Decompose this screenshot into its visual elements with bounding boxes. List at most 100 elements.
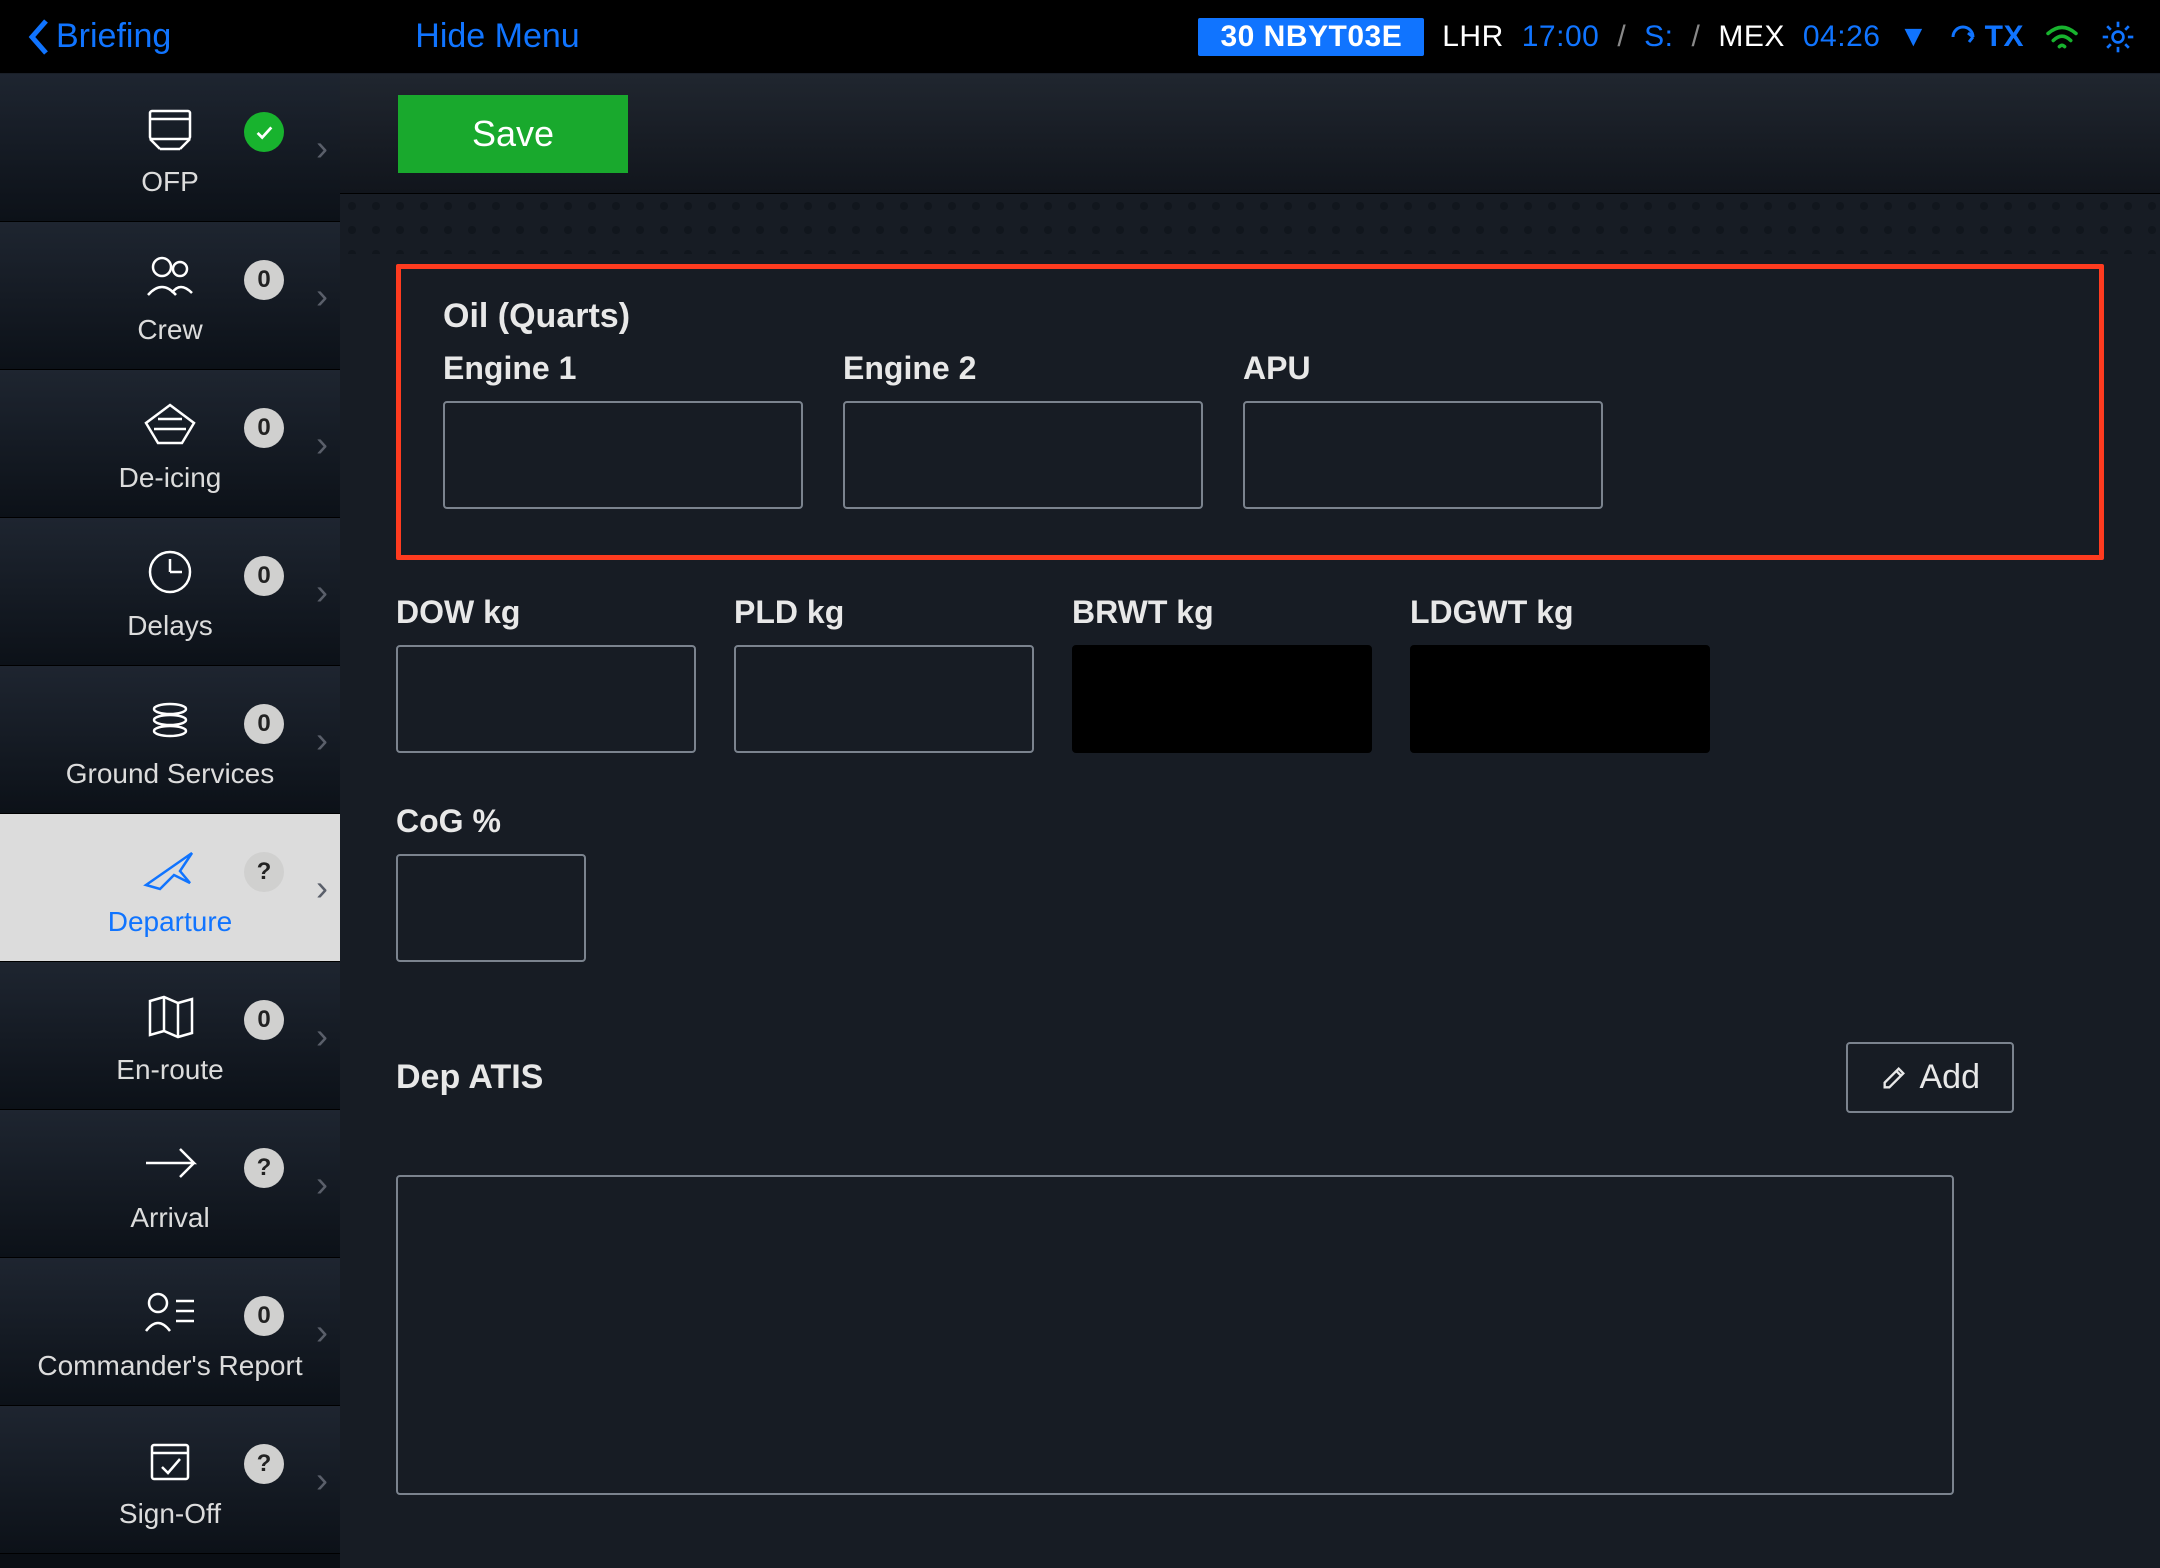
status-badge: ? (244, 1148, 284, 1188)
count-badge: 0 (244, 704, 284, 744)
departure-time: 17:00 (1522, 20, 1600, 54)
atis-textarea[interactable] (396, 1175, 1954, 1495)
grip-decoration (340, 194, 2160, 254)
main-content: Save Oil (Quarts) Engine 1 Engine 2 (340, 74, 2160, 1568)
deicing-icon (140, 394, 200, 454)
map-icon (140, 986, 200, 1046)
sidebar-item-ground-services[interactable]: Ground Services 0 › (0, 666, 340, 814)
count-badge: 0 (244, 556, 284, 596)
engine2-input[interactable] (843, 401, 1203, 509)
chevron-right-icon: › (316, 867, 328, 909)
brwt-label: BRWT kg (1072, 594, 1372, 631)
dropdown-icon[interactable]: ▼ (1898, 20, 1928, 54)
wifi-icon (2042, 23, 2082, 51)
chevron-right-icon: › (316, 1459, 328, 1501)
sidebar-item-label: Departure (108, 906, 233, 938)
engine1-label: Engine 1 (443, 350, 803, 387)
departure-icon (140, 838, 200, 898)
sidebar-item-commanders-report[interactable]: Commander's Report 0 › (0, 1258, 340, 1406)
pld-input[interactable] (734, 645, 1034, 753)
sidebar-item-label: Arrival (130, 1202, 209, 1234)
back-button[interactable]: Briefing (24, 17, 171, 57)
toolbar: Save (340, 74, 2160, 194)
oil-section-highlight: Oil (Quarts) Engine 1 Engine 2 APU (396, 264, 2104, 560)
sidebar-item-deicing[interactable]: De-icing 0 › (0, 370, 340, 518)
ofp-icon (140, 98, 200, 158)
tx-button[interactable]: TX (1947, 20, 2024, 54)
signoff-icon (140, 1430, 200, 1490)
cog-input[interactable] (396, 854, 586, 962)
arrival-airport: MEX (1718, 20, 1785, 54)
chevron-right-icon: › (316, 423, 328, 465)
sidebar-item-label: Commander's Report (37, 1350, 302, 1382)
separator: / (1692, 20, 1701, 54)
status-badge: ? (244, 852, 284, 892)
back-label: Briefing (56, 17, 171, 56)
chevron-right-icon: › (316, 1311, 328, 1353)
sidebar-item-arrival[interactable]: Arrival ? › (0, 1110, 340, 1258)
chevron-right-icon: › (316, 275, 328, 317)
sidebar-item-label: Delays (127, 610, 213, 642)
sidebar-item-departure[interactable]: Departure ? › (0, 814, 340, 962)
weights-row: DOW kg PLD kg BRWT kg LDGWT kg (396, 594, 2104, 753)
report-icon (140, 1282, 200, 1342)
cog-label: CoG % (396, 803, 586, 840)
status-badge (244, 112, 284, 152)
hide-menu-button[interactable]: Hide Menu (415, 17, 579, 56)
flight-code-badge[interactable]: 30 NBYT03E (1198, 18, 1424, 56)
sidebar-item-label: Ground Services (66, 758, 275, 790)
sidebar-item-ofp[interactable]: OFP › (0, 74, 340, 222)
chevron-right-icon: › (316, 1015, 328, 1057)
sidebar-item-delays[interactable]: Delays 0 › (0, 518, 340, 666)
sidebar-item-label: Crew (137, 314, 202, 346)
departure-airport: LHR (1442, 20, 1504, 54)
chevron-right-icon: › (316, 127, 328, 169)
add-label: Add (1920, 1058, 1981, 1097)
brwt-display (1072, 645, 1372, 753)
departure-suffix: S: (1644, 20, 1673, 54)
status-bar: 30 NBYT03E LHR 17:00 / S: / MEX 04:26 ▼ … (1198, 18, 2136, 56)
oil-section-title: Oil (Quarts) (443, 297, 2057, 336)
sidebar-item-label: OFP (141, 166, 199, 198)
arrival-icon (140, 1134, 200, 1194)
sidebar: OFP › Crew 0 › De-icing 0 › Delays 0 (0, 74, 340, 1568)
save-button[interactable]: Save (398, 95, 628, 173)
dow-label: DOW kg (396, 594, 696, 631)
apu-label: APU (1243, 350, 1603, 387)
chevron-right-icon: › (316, 719, 328, 761)
sidebar-item-label: De-icing (119, 462, 222, 494)
chevron-right-icon: › (316, 1163, 328, 1205)
sidebar-item-enroute[interactable]: En-route 0 › (0, 962, 340, 1110)
tx-label: TX (1985, 20, 2024, 54)
pld-label: PLD kg (734, 594, 1034, 631)
atis-title: Dep ATIS (396, 1058, 543, 1097)
sync-icon (1947, 21, 1979, 53)
top-bar: Briefing Hide Menu 30 NBYT03E LHR 17:00 … (0, 0, 2160, 74)
engine1-input[interactable] (443, 401, 803, 509)
chevron-left-icon (24, 17, 52, 57)
sidebar-item-signoff[interactable]: Sign-Off ? › (0, 1406, 340, 1554)
cog-row: CoG % (396, 803, 2104, 962)
count-badge: 0 (244, 1000, 284, 1040)
count-badge: 0 (244, 408, 284, 448)
dow-input[interactable] (396, 645, 696, 753)
ldgwt-label: LDGWT kg (1410, 594, 1710, 631)
pencil-icon (1880, 1064, 1908, 1092)
gear-icon[interactable] (2100, 19, 2136, 55)
crew-icon (140, 246, 200, 306)
clock-icon (140, 542, 200, 602)
ground-services-icon (140, 690, 200, 750)
arrival-time: 04:26 (1803, 20, 1881, 54)
form-scroll[interactable]: Oil (Quarts) Engine 1 Engine 2 APU (340, 194, 2160, 1568)
count-badge: 0 (244, 260, 284, 300)
atis-header-row: Dep ATIS Add (396, 1042, 2104, 1113)
count-badge: 0 (244, 1296, 284, 1336)
sidebar-item-label: En-route (116, 1054, 223, 1086)
add-atis-button[interactable]: Add (1846, 1042, 2015, 1113)
engine2-label: Engine 2 (843, 350, 1203, 387)
apu-input[interactable] (1243, 401, 1603, 509)
ldgwt-display (1410, 645, 1710, 753)
status-badge: ? (244, 1444, 284, 1484)
chevron-right-icon: › (316, 571, 328, 613)
sidebar-item-crew[interactable]: Crew 0 › (0, 222, 340, 370)
